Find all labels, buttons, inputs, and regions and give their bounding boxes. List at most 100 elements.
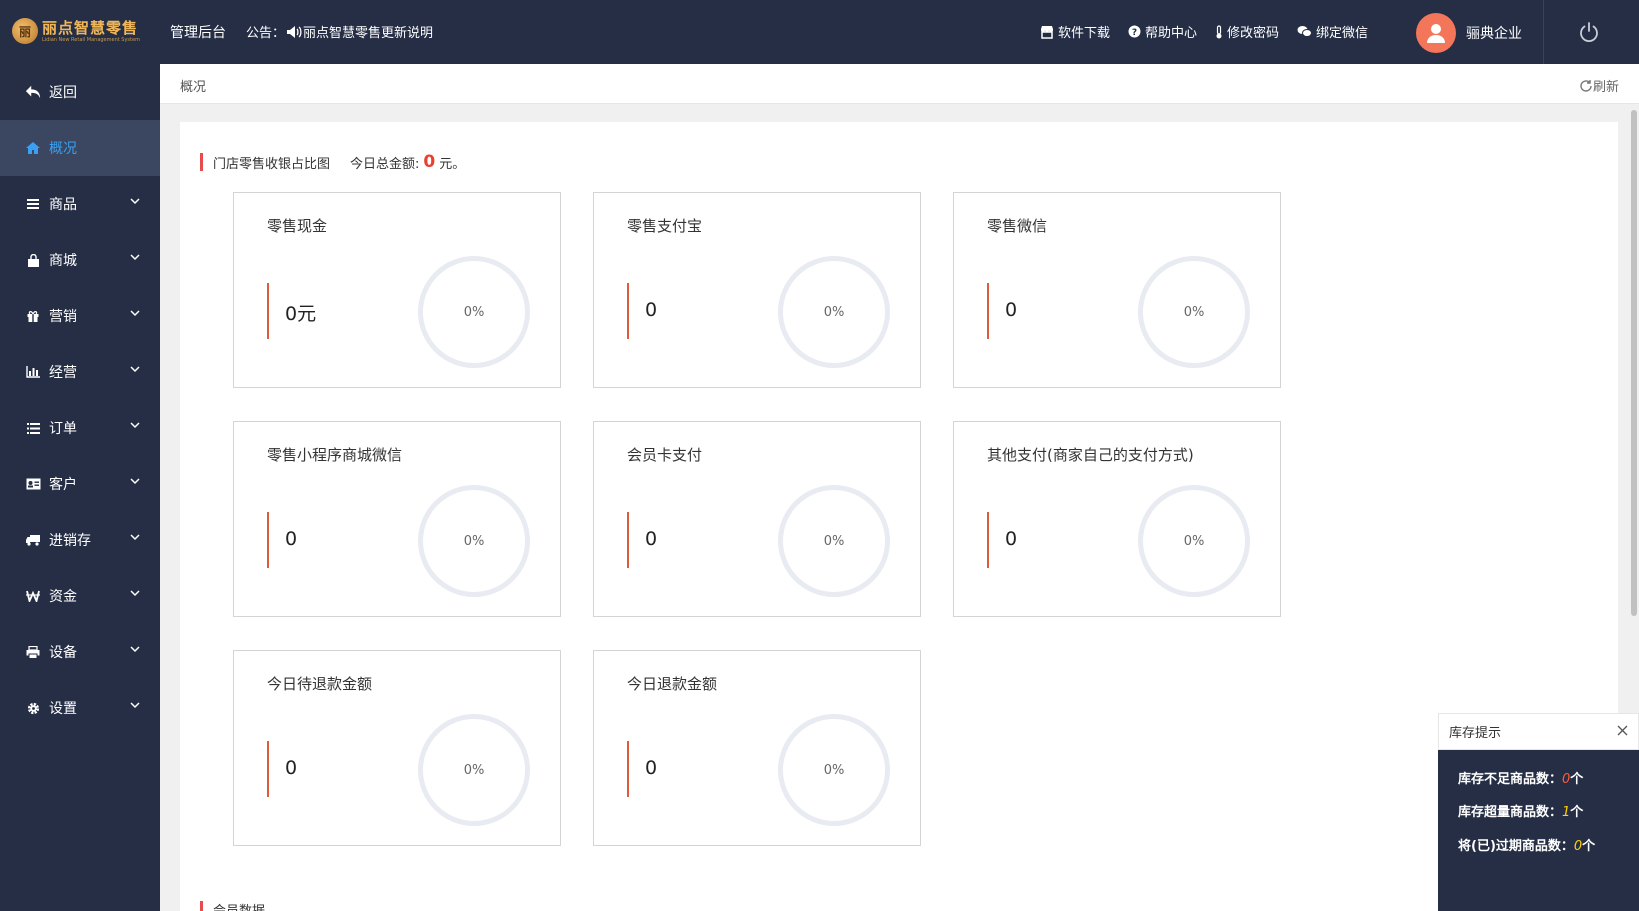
- bar-chart-icon: [25, 364, 41, 380]
- gift-icon: [25, 308, 41, 324]
- power-icon: [1580, 22, 1598, 43]
- id-card-icon: [25, 476, 41, 492]
- card-value: 0: [285, 757, 298, 779]
- notice[interactable]: 公告： 丽点智慧零售更新说明: [246, 22, 433, 41]
- section-title: 门店零售收银占比图: [213, 156, 331, 172]
- top-links: 软件下载 ? 帮助中心 修改密码 绑定微信: [1040, 22, 1386, 41]
- refresh-icon: [1580, 79, 1592, 92]
- chevron-down-icon: [130, 254, 140, 261]
- avatar[interactable]: [1416, 13, 1456, 53]
- user-name: 骊典企业: [1466, 26, 1522, 42]
- low-stock-line[interactable]: 库存不足商品数：0个: [1458, 768, 1583, 787]
- chevron-down-icon: [130, 702, 140, 709]
- sidebar-item-funds[interactable]: 资金: [0, 568, 160, 624]
- admin-title: 管理后台: [170, 25, 226, 41]
- chevron-down-icon: [130, 198, 140, 205]
- payment-card-cash: 零售现金 0元 0%: [233, 192, 561, 388]
- user-icon: [1427, 24, 1445, 43]
- percent-ring: 0%: [778, 485, 890, 597]
- software-download-link[interactable]: 软件下载: [1040, 22, 1110, 41]
- logo-text: 丽点智慧零售: [42, 18, 139, 37]
- divider: [1543, 0, 1544, 64]
- chevron-down-icon: [130, 310, 140, 317]
- section-marker: [200, 153, 203, 171]
- thermometer-icon: [1216, 24, 1222, 38]
- percent-ring: 0%: [1138, 485, 1250, 597]
- chevron-down-icon: [130, 422, 140, 429]
- stock-alert-popup: 库存提示 库存不足商品数：0个 库存超量商品数：1个 将(已)过期商品数：0个: [1438, 713, 1639, 911]
- back-arrow-icon: [25, 84, 41, 100]
- percent-ring: 0%: [1138, 256, 1250, 368]
- section-header: 门店零售收银占比图 今日总金额: 0 元。: [200, 152, 465, 172]
- notice-label: 公告：: [246, 26, 286, 41]
- payment-card-other: 其他支付(商家自己的支付方式) 0 0%: [953, 421, 1281, 617]
- home-icon: [25, 140, 41, 156]
- refund-card-today: 今日退款金额 0 0%: [593, 650, 921, 846]
- sidebar-item-back[interactable]: 返回: [0, 64, 160, 120]
- chevron-down-icon: [130, 590, 140, 597]
- user-menu[interactable]: 骊典企业: [1416, 13, 1522, 53]
- speaker-icon: [286, 25, 302, 39]
- chevron-down-icon: [130, 366, 140, 373]
- sidebar-item-devices[interactable]: 设备: [0, 624, 160, 680]
- total-value: 0: [423, 152, 436, 172]
- popup-title: 库存提示: [1449, 726, 1502, 741]
- main-content: 门店零售收银占比图 今日总金额: 0 元。 零售现金 0元 0% 零售支付宝 0…: [180, 122, 1618, 911]
- overstock-line[interactable]: 库存超量商品数：1个: [1458, 801, 1583, 820]
- help-circle-icon: ?: [1128, 25, 1141, 38]
- section-marker: [200, 900, 203, 911]
- percent-ring: 0%: [418, 485, 530, 597]
- list-icon: [25, 420, 41, 436]
- card-value: 0元: [285, 303, 317, 325]
- card-value: 0: [645, 528, 658, 550]
- sidebar-item-inventory[interactable]: 进销存: [0, 512, 160, 568]
- payment-card-alipay: 零售支付宝 0 0%: [593, 192, 921, 388]
- chevron-down-icon: [130, 534, 140, 541]
- sidebar-item-operations[interactable]: 经营: [0, 344, 160, 400]
- bind-wechat-link[interactable]: 绑定微信: [1297, 22, 1368, 41]
- sidebar-item-settings[interactable]: 设置: [0, 680, 160, 736]
- chevron-down-icon: [130, 646, 140, 653]
- truck-icon: [25, 532, 41, 548]
- card-value: 0: [1005, 299, 1018, 321]
- percent-ring: 0%: [778, 256, 890, 368]
- payment-card-wechat: 零售微信 0 0%: [953, 192, 1281, 388]
- chevron-down-icon: [130, 478, 140, 485]
- total-label: 今日总金额:: [350, 156, 420, 172]
- logo-subtext: Lidian New Retail Management System: [42, 36, 140, 43]
- logout-button[interactable]: [1578, 21, 1600, 47]
- payment-card-member: 会员卡支付 0 0%: [593, 421, 921, 617]
- close-icon: [1617, 725, 1628, 736]
- card-value: 0: [645, 299, 658, 321]
- wechat-icon: [1297, 26, 1313, 37]
- currency-icon: [25, 588, 41, 604]
- list-icon: [25, 196, 41, 212]
- percent-ring: 0%: [418, 256, 530, 368]
- top-bar: 丽 丽点智慧零售 Lidian New Retail Management Sy…: [0, 0, 1639, 64]
- refresh-button[interactable]: 刷新: [1579, 76, 1619, 95]
- card-value: 0: [285, 528, 298, 550]
- logo-mark-icon: 丽: [12, 18, 38, 44]
- total-unit: 元。: [439, 156, 466, 172]
- sidebar-item-products[interactable]: 商品: [0, 176, 160, 232]
- percent-ring: 0%: [778, 714, 890, 826]
- change-password-link[interactable]: 修改密码: [1215, 22, 1279, 41]
- breadcrumb-current[interactable]: 概况: [180, 76, 206, 95]
- card-value: 0: [1005, 528, 1018, 550]
- svg-text:?: ?: [1132, 28, 1137, 38]
- sidebar-item-overview[interactable]: 概况: [0, 120, 160, 176]
- sidebar-item-mall[interactable]: 商城: [0, 232, 160, 288]
- logo[interactable]: 丽 丽点智慧零售 Lidian New Retail Management Sy…: [12, 14, 140, 48]
- scrollbar-thumb[interactable]: [1631, 110, 1637, 616]
- expiring-line[interactable]: 将(已)过期商品数：0个: [1458, 835, 1595, 854]
- sidebar-item-marketing[interactable]: 营销: [0, 288, 160, 344]
- sidebar-item-customers[interactable]: 客户: [0, 456, 160, 512]
- close-button[interactable]: [1617, 725, 1628, 740]
- percent-ring: 0%: [418, 714, 530, 826]
- payment-card-miniprogram: 零售小程序商城微信 0 0%: [233, 421, 561, 617]
- sidebar: 返回 概况 商品 商城 营销 经营 订单 客户 进销存 资金 设备 设置: [0, 64, 160, 911]
- help-center-link[interactable]: ? 帮助中心: [1128, 22, 1197, 41]
- refund-card-pending: 今日待退款金额 0 0%: [233, 650, 561, 846]
- sidebar-item-orders[interactable]: 订单: [0, 400, 160, 456]
- notice-link[interactable]: 丽点智慧零售更新说明: [303, 22, 433, 41]
